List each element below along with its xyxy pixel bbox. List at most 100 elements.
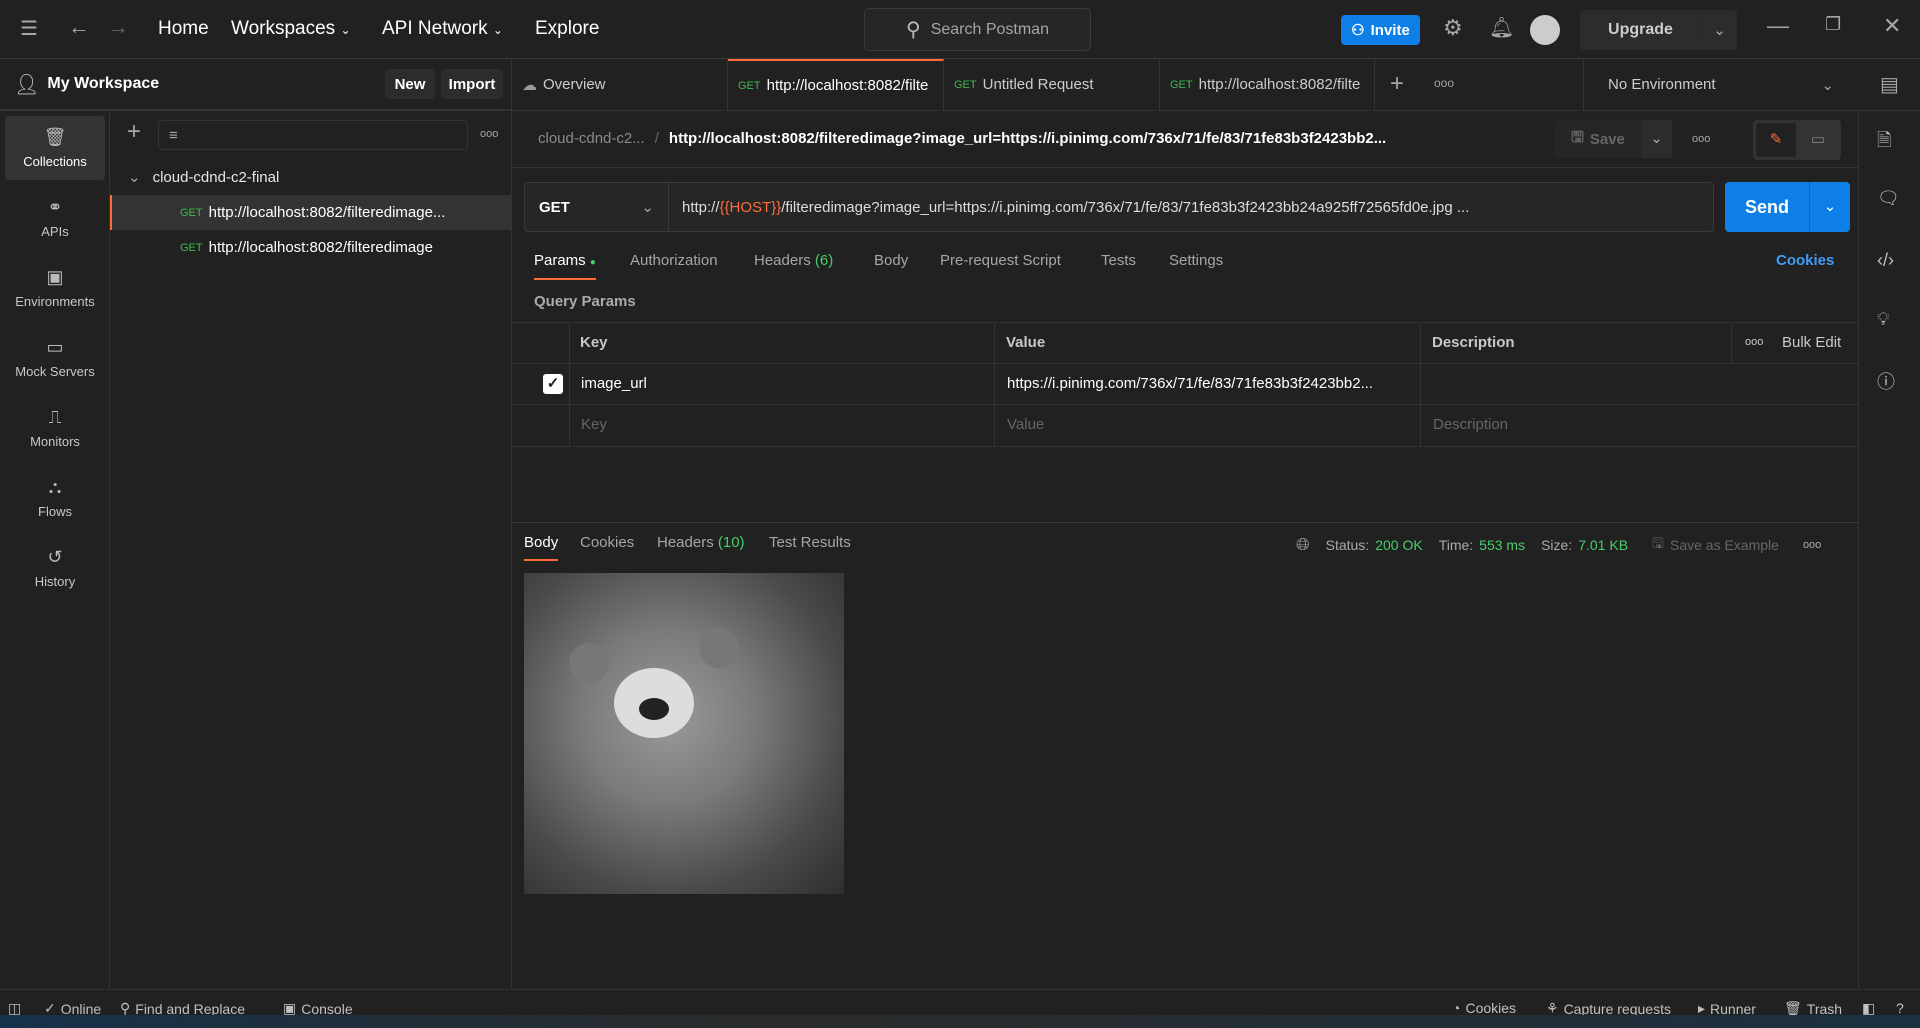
- nav-explore[interactable]: Explore: [535, 18, 599, 40]
- param-checkbox[interactable]: ✓: [543, 374, 563, 394]
- environment-quick-look-icon[interactable]: ▤: [1880, 72, 1899, 97]
- sidebar-item-flows[interactable]: ⛬ Flows: [5, 466, 105, 530]
- tab-label: http://localhost:8082/filte: [1198, 76, 1361, 93]
- more-options-icon[interactable]: ooo: [1803, 539, 1821, 551]
- breadcrumb-collection[interactable]: cloud-cdnd-c2...: [538, 130, 645, 147]
- environment-select[interactable]: No Environment ⌄: [1583, 59, 1858, 110]
- tab-settings[interactable]: Settings: [1169, 252, 1223, 269]
- top-bar: ☰ ← → Home Workspaces ⌄ API Network ⌄ Ex…: [0, 0, 1920, 59]
- tab-label: Params: [534, 252, 586, 269]
- send-dropdown-chevron-icon[interactable]: ⌄: [1809, 182, 1850, 232]
- comments-icon[interactable]: 🗨: [1877, 188, 1900, 209]
- add-collection-icon[interactable]: +: [127, 118, 141, 146]
- tab-label: Headers: [657, 534, 714, 551]
- forward-arrow-icon[interactable]: →: [107, 14, 129, 40]
- chevron-down-icon: ⌄: [1821, 76, 1834, 94]
- tab-request[interactable]: GET http://localhost:8082/filte: [1160, 59, 1375, 110]
- info-icon[interactable]: ⓘ: [1877, 368, 1895, 394]
- sidebar-item-apis[interactable]: ⚭ APIs: [5, 186, 105, 250]
- lightbulb-icon[interactable]: 💡︎: [1877, 309, 1890, 330]
- nav-home[interactable]: Home: [158, 18, 209, 40]
- tab-tests[interactable]: Tests: [1101, 252, 1136, 269]
- response-meta: 🌐︎ Status: 200 OK Time: 553 ms Size: 7.01 K…: [1296, 533, 1821, 557]
- save-dropdown-chevron-icon[interactable]: ⌄: [1641, 120, 1672, 158]
- new-button[interactable]: New: [385, 69, 435, 99]
- new-description-input[interactable]: Description: [1433, 416, 1508, 433]
- mode-toggle: ✎ ▭: [1753, 120, 1841, 160]
- collection-folder[interactable]: ⌄ cloud-cdnd-c2-final: [128, 168, 279, 187]
- tab-overview[interactable]: ☁ Overview: [512, 59, 728, 110]
- search-placeholder: Search Postman: [930, 20, 1049, 38]
- column-header-value: Value: [1006, 334, 1046, 351]
- headers-count: (10): [717, 534, 745, 551]
- import-button[interactable]: Import: [441, 69, 503, 99]
- gear-icon[interactable]: ⚙: [1443, 15, 1463, 41]
- response-tab-cookies[interactable]: Cookies: [580, 534, 634, 551]
- params-active-dot-icon: ●: [589, 257, 596, 268]
- new-value-input[interactable]: Value: [1007, 416, 1044, 433]
- param-value[interactable]: https://i.pinimg.com/736x/71/fe/83/71fe8…: [1007, 375, 1373, 392]
- new-key-input[interactable]: Key: [581, 416, 607, 433]
- menu-icon[interactable]: ☰: [20, 16, 38, 41]
- more-options-icon[interactable]: ooo: [1745, 336, 1763, 348]
- code-icon[interactable]: ‹/›: [1877, 250, 1894, 271]
- edit-pencil-icon[interactable]: ✎: [1756, 123, 1796, 157]
- globe-icon[interactable]: 🌐︎: [1296, 535, 1310, 555]
- back-arrow-icon[interactable]: ←: [68, 14, 90, 40]
- tab-headers[interactable]: Headers (6): [754, 252, 833, 269]
- chevron-down-icon: ⌄: [128, 169, 141, 186]
- sidebar-item-label: Mock Servers: [15, 364, 95, 379]
- nav-api-network[interactable]: API Network ⌄: [382, 18, 503, 40]
- sidebar-item-environments[interactable]: ▣ Environments: [5, 256, 105, 320]
- minimize-icon[interactable]: —: [1767, 13, 1789, 39]
- status-label: Cookies: [1465, 1000, 1517, 1016]
- request-item[interactable]: GET http://localhost:8082/filteredimage: [110, 230, 511, 265]
- query-params-title: Query Params: [534, 293, 636, 310]
- sidebar-item-collections[interactable]: 🗑︎ Collections: [5, 116, 105, 180]
- save-as-example-button[interactable]: Save as Example: [1670, 537, 1779, 553]
- chevron-down-icon[interactable]: ⌄: [1701, 21, 1737, 39]
- environments-icon: ▣: [46, 267, 64, 287]
- tab-untitled-request[interactable]: GET Untitled Request: [944, 59, 1160, 110]
- nav-workspaces[interactable]: Workspaces ⌄: [231, 18, 351, 40]
- bulk-edit-link[interactable]: Bulk Edit: [1782, 334, 1841, 351]
- sidebar-item-monitors[interactable]: ⎍ Monitors: [5, 396, 105, 460]
- overview-icon: ☁: [522, 76, 537, 94]
- bell-icon[interactable]: 🔔︎: [1489, 15, 1514, 40]
- documentation-icon[interactable]: 🗎: [1877, 128, 1891, 158]
- chevron-down-icon: ⌄: [340, 23, 351, 37]
- cookies-button[interactable]: ◔ Cookies: [1452, 1000, 1516, 1016]
- tab-body[interactable]: Body: [874, 252, 908, 269]
- tab-params[interactable]: Params ●: [534, 252, 596, 280]
- cookies-link[interactable]: Cookies: [1776, 252, 1834, 269]
- search-input[interactable]: ⚲ Search Postman: [864, 8, 1091, 51]
- close-icon[interactable]: ✕: [1883, 13, 1901, 39]
- help-icon[interactable]: ?: [1896, 1000, 1904, 1016]
- tab-request-active[interactable]: GET http://localhost:8082/filte: [728, 59, 944, 110]
- new-tab-plus-icon[interactable]: +: [1390, 70, 1404, 98]
- response-tab-body[interactable]: Body: [524, 534, 559, 561]
- more-tabs-icon[interactable]: ooo: [1434, 76, 1454, 90]
- more-options-icon[interactable]: ooo: [480, 128, 498, 140]
- response-tab-headers[interactable]: Headers (10): [657, 534, 745, 551]
- filter-input[interactable]: ≡: [158, 120, 468, 150]
- tab-pre-request-script[interactable]: Pre-request Script: [940, 252, 1061, 269]
- restore-icon[interactable]: ❐: [1825, 14, 1841, 35]
- url-input[interactable]: http://{{HOST}}/filteredimage?image_url=…: [669, 199, 1469, 216]
- sidebar-item-history[interactable]: ↺ History: [5, 536, 105, 600]
- sidebar-item-label: Environments: [15, 294, 95, 309]
- send-button[interactable]: Send: [1725, 197, 1809, 218]
- tab-authorization[interactable]: Authorization: [630, 252, 718, 269]
- sidebar-item-mock-servers[interactable]: ▭ Mock Servers: [5, 326, 105, 390]
- save-button[interactable]: 🖫 Save: [1555, 127, 1641, 152]
- param-key[interactable]: image_url: [581, 375, 647, 392]
- more-options-icon[interactable]: ooo: [1692, 133, 1710, 145]
- avatar[interactable]: [1530, 15, 1560, 45]
- method-select[interactable]: GET ⌄: [525, 183, 669, 231]
- flows-icon: ⛬: [48, 477, 62, 497]
- comment-icon[interactable]: ▭: [1798, 123, 1838, 157]
- upgrade-button[interactable]: Upgrade ⌄: [1580, 10, 1737, 50]
- request-item-active[interactable]: GET http://localhost:8082/filteredimage..…: [110, 195, 511, 230]
- response-tab-test-results[interactable]: Test Results: [769, 534, 851, 551]
- invite-button[interactable]: ⚇ Invite: [1341, 15, 1420, 45]
